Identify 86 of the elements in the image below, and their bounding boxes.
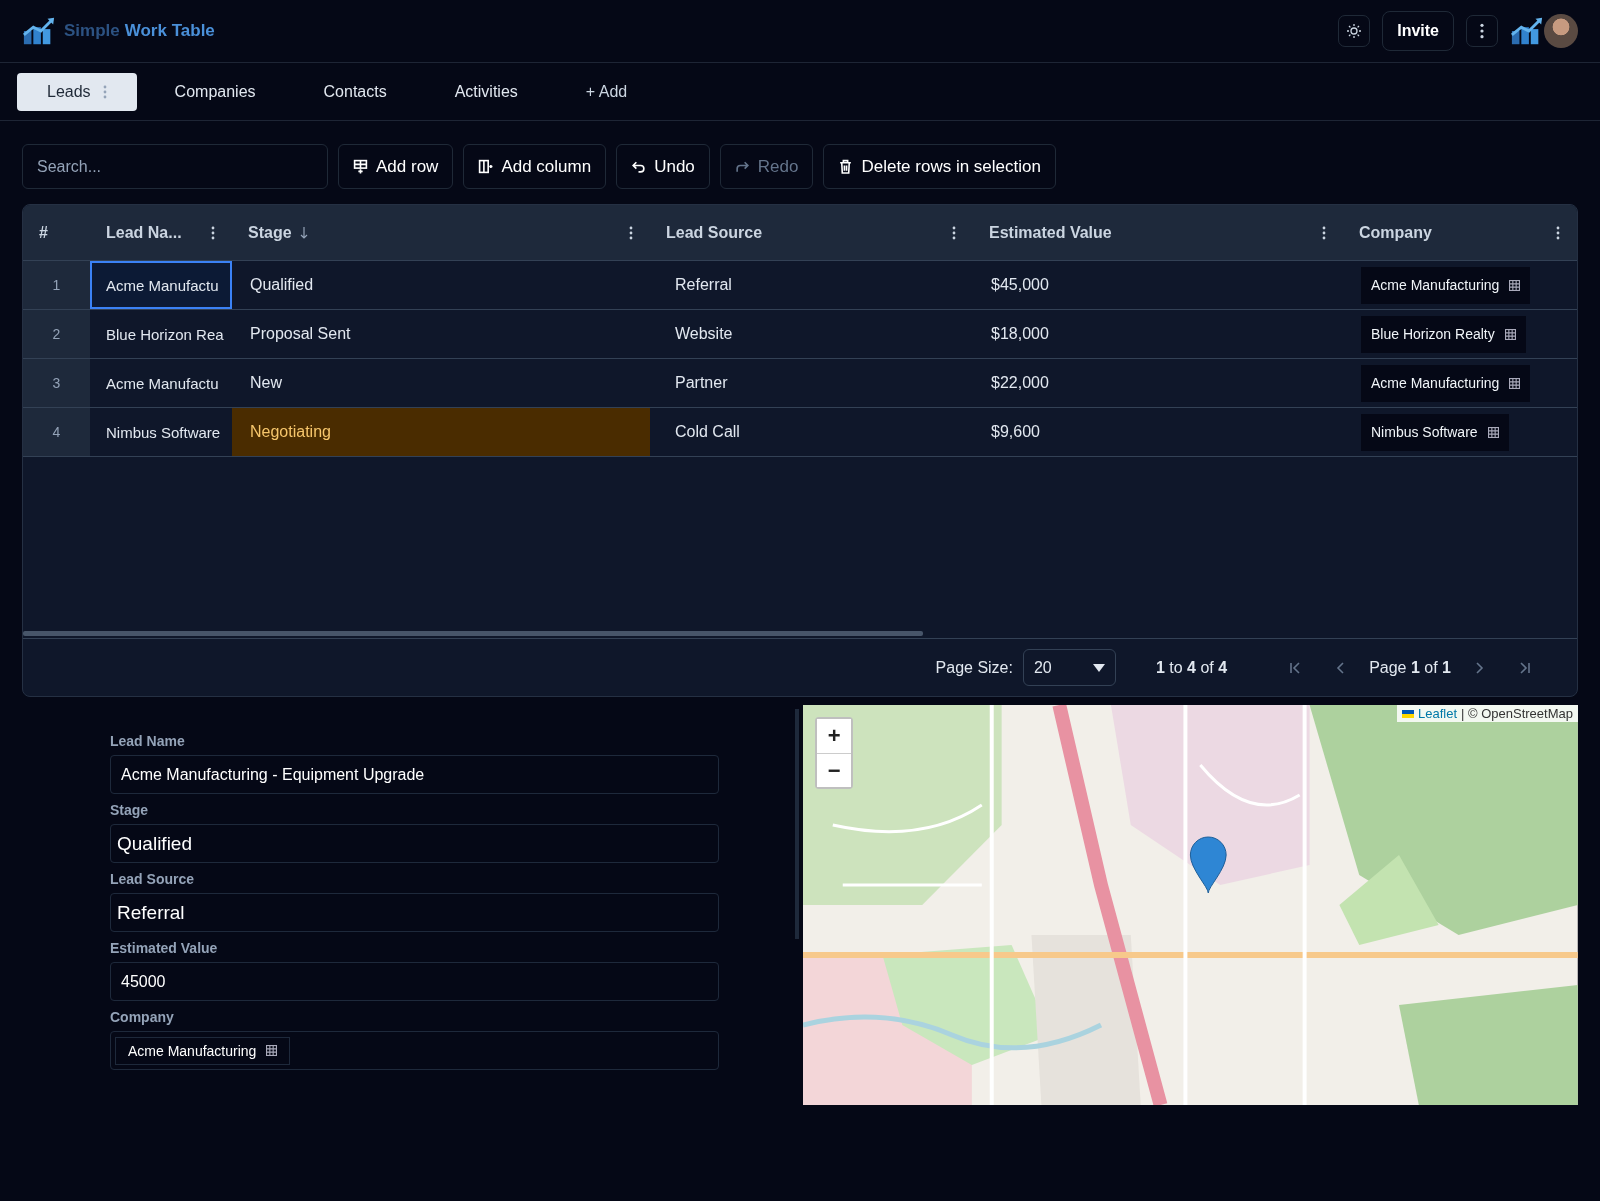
input-field[interactable]: 45000 [110, 962, 720, 1001]
column-header[interactable]: Company [1359, 223, 1432, 242]
scrollbar[interactable] [23, 631, 923, 636]
row-number: 3 [23, 359, 90, 407]
row-number: 2 [23, 310, 90, 358]
sun-icon [1346, 23, 1363, 39]
map-attribution: | © OpenStreetMap [1461, 706, 1573, 721]
undo-icon [631, 159, 647, 174]
field-label: Company [110, 1009, 175, 1025]
select-field[interactable]: Qualified [110, 824, 720, 863]
table-cell[interactable]: Partner [650, 359, 973, 407]
column-header[interactable]: # [39, 223, 48, 242]
column-header[interactable]: Lead Source [666, 223, 763, 242]
table-cell[interactable]: Qualified [232, 261, 650, 309]
grid-icon [266, 1045, 278, 1056]
column-header[interactable]: Stage [248, 223, 292, 242]
input-field[interactable]: Acme Manufacturing - Equipment Upgrade [110, 755, 720, 794]
tab[interactable]: Companies [144, 72, 286, 111]
column-menu-icon[interactable] [1322, 225, 1326, 240]
tab[interactable]: Contacts [293, 72, 417, 111]
brand-name: Work Table [124, 21, 215, 41]
field-label: Estimated Value [110, 940, 219, 956]
table-cell[interactable]: Website [650, 310, 973, 358]
table-cell[interactable]: New [232, 359, 650, 407]
page-size-select[interactable]: 20 [1022, 649, 1116, 686]
trash-icon [838, 159, 854, 174]
table-cell[interactable]: Negotiating [232, 408, 650, 456]
add-tab-button[interactable]: + Add [555, 72, 658, 111]
caret-icon [1092, 663, 1105, 672]
brand-name: Simple [64, 21, 120, 41]
company-field[interactable]: Acme Manufacturing [110, 1031, 720, 1070]
table-cell[interactable]: Proposal Sent [232, 310, 650, 358]
field-label: Lead Source [110, 871, 196, 887]
add-row-button[interactable]: Add row [338, 144, 454, 189]
leaflet-link[interactable]: Leaflet [1418, 706, 1458, 721]
table-cell[interactable]: $22,000 [973, 359, 1343, 407]
table-cell[interactable]: $18,000 [973, 310, 1343, 358]
grid-icon [1487, 426, 1499, 438]
column-header[interactable]: Estimated Value [989, 223, 1112, 242]
company-chip[interactable]: Acme Manufacturing [1361, 364, 1531, 402]
row-number: 1 [23, 261, 90, 309]
flag-icon [1402, 709, 1414, 718]
avatar[interactable] [1544, 14, 1578, 48]
add-column-icon [478, 159, 494, 174]
undo-button[interactable]: Undo [616, 144, 710, 189]
column-header[interactable]: Lead Na... [106, 223, 182, 242]
page-indicator: Page 1 of 1 [1369, 658, 1451, 677]
last-page-icon[interactable] [1517, 659, 1533, 676]
column-menu-icon[interactable] [952, 225, 956, 240]
table-cell[interactable]: Nimbus Software [90, 408, 232, 456]
table-cell[interactable]: $9,600 [973, 408, 1343, 456]
column-menu-icon[interactable] [211, 225, 215, 240]
field-label: Lead Name [110, 733, 186, 749]
table-cell[interactable]: Cold Call [650, 408, 973, 456]
column-menu-icon[interactable] [629, 225, 633, 240]
more-button[interactable] [1466, 15, 1498, 47]
grid-icon [1509, 279, 1521, 291]
column-menu-icon[interactable] [1556, 225, 1560, 240]
tab[interactable]: Leads [17, 72, 137, 111]
zoom-out-button[interactable]: − [817, 753, 852, 787]
page-size-label: Page Size: [935, 658, 1013, 677]
select-field[interactable]: Referral [110, 893, 720, 932]
table-cell[interactable]: Blue Horizon Rea [90, 310, 232, 358]
theme-toggle-button[interactable] [1338, 15, 1371, 47]
field-label: Stage [110, 802, 150, 818]
workspace-icon [1510, 15, 1544, 47]
search-field[interactable]: Search... [22, 144, 328, 189]
grid-icon [1504, 328, 1516, 340]
table-cell[interactable]: Acme Manufactu [90, 359, 232, 407]
grid-icon [1509, 377, 1521, 389]
table-cell[interactable]: Referral [650, 261, 973, 309]
row-number: 4 [23, 408, 90, 456]
invite-button[interactable]: Invite [1382, 11, 1454, 51]
add-row-icon [353, 159, 368, 174]
row-range: 1 to 4 of 4 [1155, 658, 1228, 677]
add-column-button[interactable]: Add column [463, 144, 607, 189]
table-cell[interactable]: Acme Manufactu [90, 261, 232, 309]
company-chip[interactable]: Acme Manufacturing [1361, 266, 1531, 304]
company-chip[interactable]: Blue Horizon Realty [1361, 315, 1526, 353]
redo-icon [734, 159, 750, 174]
tab[interactable]: Activities [424, 72, 548, 111]
company-chip[interactable]: Acme Manufacturing [115, 1036, 291, 1065]
company-chip[interactable]: Nimbus Software [1361, 413, 1509, 451]
delete-button[interactable]: Delete rows in selection [823, 144, 1056, 189]
logo-icon [22, 15, 56, 47]
table-cell[interactable]: $45,000 [973, 261, 1343, 309]
